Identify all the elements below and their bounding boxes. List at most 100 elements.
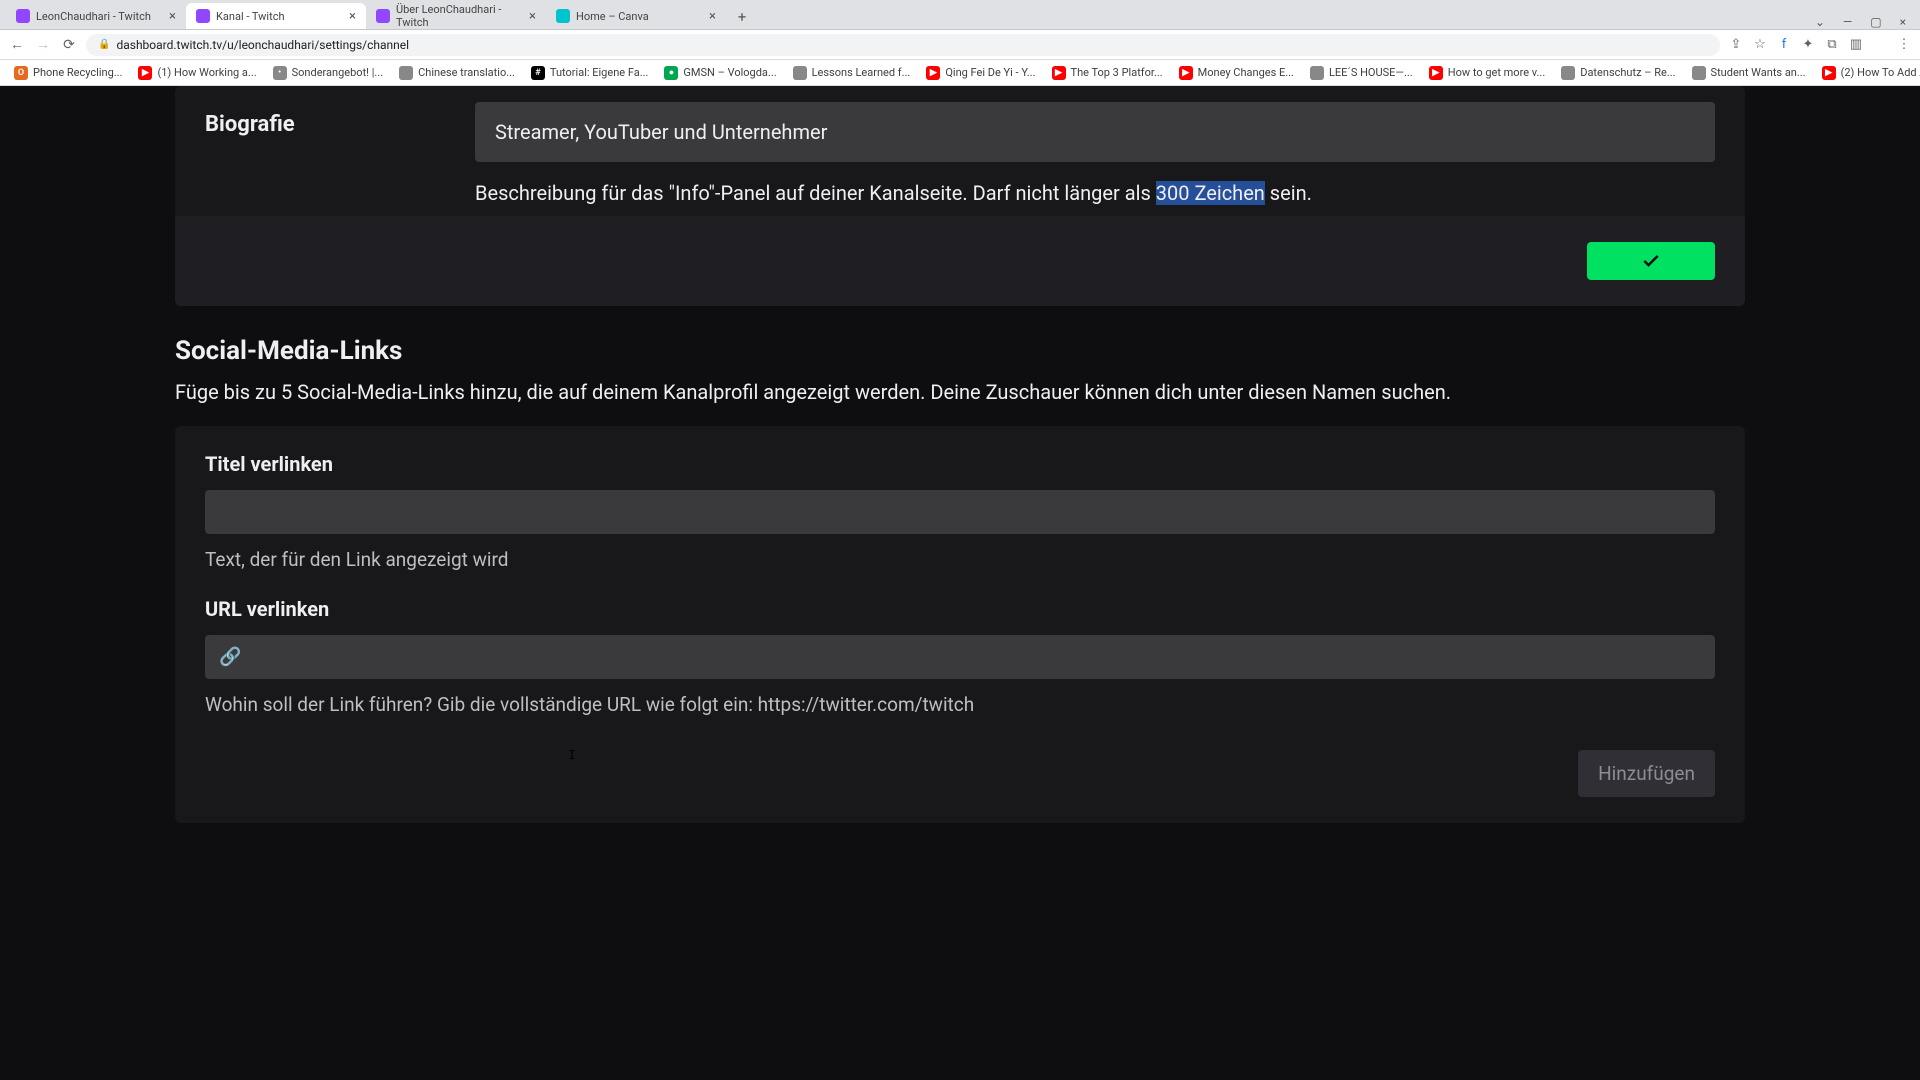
bookmark-item[interactable]: ▶ Money Changes E... xyxy=(1173,66,1300,80)
social-title: Social-Media-Links xyxy=(175,336,1775,366)
bookmark-label: (1) How Working a... xyxy=(157,66,256,79)
bio-hint-selected: 300 Zeichen xyxy=(1156,181,1265,205)
bio-hint-pre: Beschreibung für das "Info"-Panel auf de… xyxy=(475,181,1156,205)
bookmark-label: How to get more v... xyxy=(1448,66,1546,79)
bio-input[interactable]: Streamer, YouTuber und Unternehmer xyxy=(475,102,1715,162)
bookmark-label: Sonderangebot! |... xyxy=(292,66,384,79)
minimize-icon[interactable]: — xyxy=(1843,15,1852,29)
bookmark-item[interactable]: ▶ The Top 3 Platfor... xyxy=(1046,66,1169,80)
link-url-hint: Wohin soll der Link führen? Gib die voll… xyxy=(205,693,1715,716)
url-text: dashboard.twitch.tv/u/leonchaudhari/sett… xyxy=(116,38,409,52)
bookmark-favicon xyxy=(399,66,413,80)
bookmark-item[interactable]: # Tutorial: Eigene Fa... xyxy=(525,66,655,80)
bookmark-label: LEE´S HOUSE—... xyxy=(1329,66,1413,79)
close-window-icon[interactable]: × xyxy=(1900,15,1906,29)
bookmark-item[interactable]: LEE´S HOUSE—... xyxy=(1304,66,1419,80)
star-icon[interactable]: ☆ xyxy=(1752,37,1768,52)
bookmark-label: Phone Recycling... xyxy=(33,66,122,79)
favicon xyxy=(556,9,570,23)
lock-icon: 🔒 xyxy=(98,39,110,50)
close-icon[interactable]: × xyxy=(709,9,716,24)
bio-hint-post: sein. xyxy=(1265,181,1312,205)
share-icon[interactable]: ⇪ xyxy=(1728,37,1744,52)
bookmark-favicon: ▶ xyxy=(1822,66,1836,80)
puzzle-icon[interactable]: ✦ xyxy=(1800,37,1816,52)
bookmark-item[interactable]: Student Wants an... xyxy=(1686,66,1812,80)
bookmark-label: Qing Fei De Yi - Y... xyxy=(945,66,1035,79)
bio-label: Biografie xyxy=(205,102,475,137)
back-button[interactable]: ← xyxy=(8,36,26,53)
bookmark-label: Student Wants an... xyxy=(1711,66,1806,79)
close-icon[interactable]: × xyxy=(529,9,536,24)
new-tab-button[interactable]: + xyxy=(730,5,754,29)
bookmark-item[interactable]: ▶ How to get more v... xyxy=(1423,66,1552,80)
tab-strip: LeonChaudhari - Twitch × Kanal - Twitch … xyxy=(0,0,1920,30)
menu-icon[interactable]: ⋮ xyxy=(1896,37,1912,52)
bookmark-item[interactable]: Datenschutz – Re... xyxy=(1555,66,1681,80)
social-link-card: Titel verlinken Text, der für den Link a… xyxy=(175,426,1745,823)
text-cursor-icon: ⵊ xyxy=(569,748,575,763)
check-icon xyxy=(1641,251,1661,271)
bookmark-favicon: ▶ xyxy=(1429,66,1443,80)
tab-0[interactable]: LeonChaudhari - Twitch × xyxy=(6,3,186,29)
bookmarks-bar: O Phone Recycling... ▶ (1) How Working a...… xyxy=(0,60,1920,86)
bookmark-favicon: ▶ xyxy=(1052,66,1066,80)
link-icon: 🔗 xyxy=(219,647,241,668)
link-url-input[interactable] xyxy=(205,635,1715,679)
bookmark-item[interactable]: ▶ (1) How Working a... xyxy=(132,66,262,80)
bookmark-item[interactable]: O Phone Recycling... xyxy=(8,66,128,80)
close-icon[interactable]: × xyxy=(169,9,176,24)
forward-button[interactable]: → xyxy=(34,36,52,53)
bookmark-favicon: ▶ xyxy=(138,66,152,80)
tab-1[interactable]: Kanal - Twitch × xyxy=(186,3,366,29)
save-button[interactable] xyxy=(1587,242,1715,280)
page: Biografie Streamer, YouTuber und Unterne… xyxy=(0,86,1920,1080)
bookmark-label: GMSN – Vologda... xyxy=(683,66,776,79)
bookmark-favicon: # xyxy=(531,66,545,80)
bookmark-favicon: O xyxy=(14,66,28,80)
link-title-label: Titel verlinken xyxy=(205,452,1715,476)
maximize-icon[interactable]: ▢ xyxy=(1870,15,1881,29)
bookmark-label: Lessons Learned f... xyxy=(812,66,911,79)
link-title-input[interactable] xyxy=(205,490,1715,534)
bookmark-favicon: ▶ xyxy=(1179,66,1193,80)
close-icon[interactable]: × xyxy=(349,9,356,24)
toolbar: ← → ⟳ 🔒 dashboard.twitch.tv/u/leonchaudh… xyxy=(0,30,1920,60)
bookmark-label: The Top 3 Platfor... xyxy=(1071,66,1163,79)
bookmark-item[interactable]: Lessons Learned f... xyxy=(787,66,917,80)
bookmark-favicon xyxy=(793,66,807,80)
bookmark-label: Tutorial: Eigene Fa... xyxy=(550,66,649,79)
extensions-icon[interactable]: ⧉ xyxy=(1824,37,1840,52)
add-button[interactable]: Hinzufügen xyxy=(1578,750,1715,797)
bookmark-item[interactable]: Chinese translatio... xyxy=(393,66,521,80)
window-controls: ⌄ — ▢ × xyxy=(1815,15,1914,29)
bookmark-favicon: • xyxy=(273,66,287,80)
reload-button[interactable]: ⟳ xyxy=(60,37,78,53)
tab-3[interactable]: Home – Canva × xyxy=(546,3,726,29)
address-bar[interactable]: 🔒 dashboard.twitch.tv/u/leonchaudhari/se… xyxy=(86,34,1720,56)
bookmark-item[interactable]: ▶ (2) How To Add A... xyxy=(1816,66,1920,80)
facebook-icon[interactable]: f xyxy=(1776,37,1792,52)
chevron-down-icon[interactable]: ⌄ xyxy=(1815,15,1825,29)
bookmark-item[interactable]: • Sonderangebot! |... xyxy=(267,66,390,80)
bookmark-favicon xyxy=(1310,66,1324,80)
favicon xyxy=(376,9,390,23)
bookmark-item[interactable]: ▶ Qing Fei De Yi - Y... xyxy=(920,66,1041,80)
bookmark-favicon xyxy=(1561,66,1575,80)
favicon xyxy=(196,9,210,23)
bookmark-label: Chinese translatio... xyxy=(418,66,515,79)
bookmark-item[interactable]: ● GMSN – Vologda... xyxy=(658,66,782,80)
tab-2[interactable]: Über LeonChaudhari - Twitch × xyxy=(366,3,546,29)
social-subtitle: Füge bis zu 5 Social-Media-Links hinzu, … xyxy=(175,380,1775,404)
bookmark-label: Money Changes E... xyxy=(1198,66,1294,79)
tab-title: Kanal - Twitch xyxy=(216,10,285,23)
panel-icon[interactable]: ▥ xyxy=(1848,37,1864,52)
bookmark-favicon: ● xyxy=(664,66,678,80)
bookmark-label: Datenschutz – Re... xyxy=(1580,66,1675,79)
tab-title: Über LeonChaudhari - Twitch xyxy=(396,3,523,29)
bookmark-favicon: ▶ xyxy=(926,66,940,80)
link-url-label: URL verlinken xyxy=(205,597,1715,621)
bookmark-label: (2) How To Add A... xyxy=(1841,66,1920,79)
bio-hint: Beschreibung für das "Info"-Panel auf de… xyxy=(475,180,1715,206)
favicon xyxy=(16,9,30,23)
